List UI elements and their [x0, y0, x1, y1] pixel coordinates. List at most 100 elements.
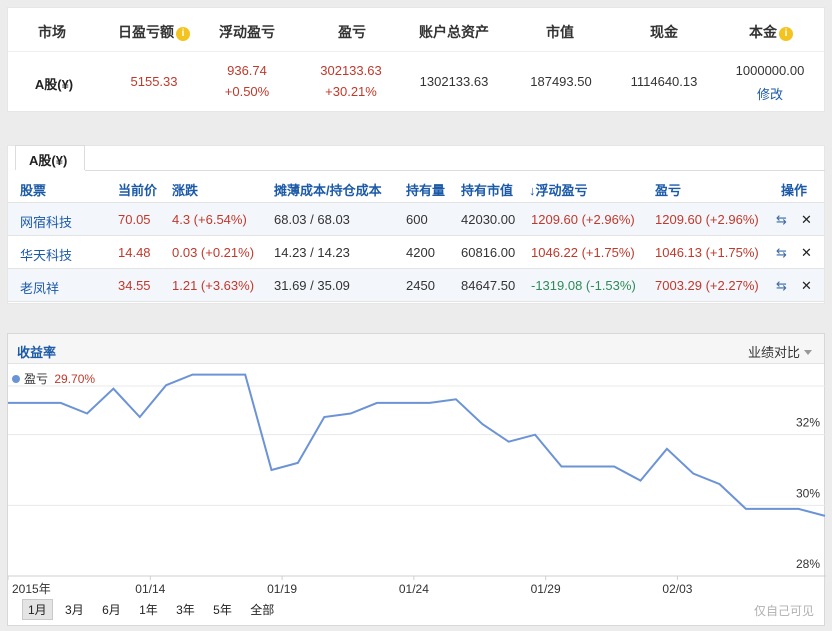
- y-tick-label: 30%: [796, 486, 820, 500]
- col-stock[interactable]: 股票: [20, 180, 46, 199]
- return-rate-panel: 收益率 业绩对比 盈亏 29.70% 32% 30% 28% 2015年 01/14 01…: [7, 333, 826, 626]
- range-1y[interactable]: 1年: [133, 599, 164, 620]
- col-quantity[interactable]: 持有量: [406, 180, 445, 199]
- compare-dropdown[interactable]: 业绩对比: [748, 342, 812, 361]
- data-point[interactable]: [374, 400, 380, 406]
- data-point[interactable]: [743, 506, 749, 512]
- data-point[interactable]: [348, 410, 354, 416]
- pnl-value: 302133.63: [320, 63, 382, 78]
- x-tick-label: 02/03: [662, 582, 692, 596]
- close-icon[interactable]: ✕: [801, 278, 812, 294]
- data-point[interactable]: [822, 513, 826, 519]
- cost-basis: 31.69 / 35.09: [274, 278, 350, 293]
- data-point[interactable]: [58, 400, 64, 406]
- data-point[interactable]: [769, 506, 775, 512]
- info-icon[interactable]: i: [176, 27, 190, 41]
- data-point[interactable]: [532, 432, 538, 438]
- price-change: 4.3 (+6.54%): [172, 212, 247, 227]
- series-line-pnl: [8, 373, 826, 517]
- range-3m[interactable]: 3月: [59, 599, 90, 620]
- data-point[interactable]: [216, 372, 222, 378]
- swap-icon[interactable]: ⇆: [776, 245, 787, 261]
- stock-name-link[interactable]: 网宿科技: [20, 212, 72, 231]
- quantity: 4200: [406, 245, 435, 260]
- col-cost[interactable]: 摊薄成本/持仓成本: [274, 180, 382, 199]
- data-point[interactable]: [690, 471, 696, 477]
- cost-basis: 68.03 / 68.03: [274, 212, 350, 227]
- data-point[interactable]: [558, 463, 564, 469]
- cost-basis: 14.23 / 14.23: [274, 245, 350, 260]
- current-price: 70.05: [118, 212, 151, 227]
- info-icon[interactable]: i: [779, 27, 793, 41]
- x-tick-label: 01/24: [399, 582, 429, 596]
- close-icon[interactable]: ✕: [801, 245, 812, 261]
- range-1m[interactable]: 1月: [22, 599, 53, 620]
- current-price: 14.48: [118, 245, 151, 260]
- data-point[interactable]: [796, 506, 802, 512]
- market-name: A股(¥): [34, 77, 74, 92]
- close-icon[interactable]: ✕: [801, 212, 812, 228]
- data-point[interactable]: [189, 372, 195, 378]
- col-price[interactable]: 当前价: [118, 180, 157, 199]
- header-floating-pnl: 浮动盈亏: [219, 24, 275, 40]
- swap-icon[interactable]: ⇆: [776, 278, 787, 294]
- quantity: 2450: [406, 278, 435, 293]
- col-floating-pnl[interactable]: ↓浮动盈亏: [529, 180, 588, 199]
- daily-pnl-value: 5155.33: [130, 74, 178, 89]
- data-point[interactable]: [163, 382, 169, 388]
- col-change[interactable]: 涨跌: [172, 180, 198, 199]
- data-point[interactable]: [242, 372, 248, 378]
- holding-value: 60816.00: [461, 245, 516, 260]
- header-principal-label: 本金: [749, 24, 777, 40]
- holding-value: 42030.00: [461, 212, 516, 227]
- y-tick-label: 28%: [796, 557, 820, 571]
- price-change: 0.03 (+0.21%): [172, 245, 255, 260]
- header-market: 市场: [38, 24, 66, 40]
- y-tick-label: 32%: [796, 416, 820, 430]
- data-point[interactable]: [717, 481, 723, 487]
- data-point[interactable]: [110, 386, 116, 392]
- data-point[interactable]: [479, 421, 485, 427]
- data-point[interactable]: [506, 439, 512, 445]
- data-point[interactable]: [664, 446, 670, 452]
- edit-principal-link[interactable]: 修改: [728, 84, 812, 103]
- header-cash: 现金: [650, 24, 678, 40]
- data-point[interactable]: [84, 410, 90, 416]
- data-point[interactable]: [8, 400, 11, 406]
- tab-a-shares[interactable]: A股(¥): [15, 145, 85, 170]
- stock-name-link[interactable]: 华天科技: [20, 245, 72, 264]
- stock-name-link[interactable]: 老凤祥: [20, 278, 59, 297]
- x-tick-label: 01/19: [267, 582, 297, 596]
- header-pnl: 盈亏: [338, 24, 366, 40]
- col-actions: 操作: [781, 183, 808, 198]
- table-row: 老凤祥 34.55 1.21 (+3.63%) 31.69 / 35.09 24…: [8, 269, 824, 302]
- data-point[interactable]: [295, 460, 301, 466]
- data-point[interactable]: [585, 463, 591, 469]
- range-6m[interactable]: 6月: [96, 599, 127, 620]
- privacy-note: 仅自己可见: [753, 604, 814, 618]
- data-point[interactable]: [453, 396, 459, 402]
- data-point[interactable]: [31, 400, 37, 406]
- data-point[interactable]: [638, 478, 644, 484]
- market-value-value: 187493.50: [530, 74, 592, 89]
- data-point[interactable]: [611, 463, 617, 469]
- price-change: 1.21 (+3.63%): [172, 278, 255, 293]
- range-5y[interactable]: 5年: [207, 599, 238, 620]
- col-pnl[interactable]: 盈亏: [655, 180, 681, 199]
- total-assets-value: 1302133.63: [419, 74, 489, 89]
- data-point[interactable]: [321, 414, 327, 420]
- range-3y[interactable]: 3年: [170, 599, 201, 620]
- data-point[interactable]: [400, 400, 406, 406]
- pnl-pct: +30.21%: [325, 84, 377, 99]
- data-point[interactable]: [269, 467, 275, 473]
- header-total-assets: 账户总资产: [419, 24, 489, 40]
- floating-pnl-pct: +0.50%: [224, 84, 270, 99]
- pnl: 1046.13 (+1.75%): [655, 245, 759, 260]
- swap-icon[interactable]: ⇆: [776, 212, 787, 228]
- data-point[interactable]: [427, 400, 433, 406]
- floating-pnl-value: 936.74: [227, 63, 267, 78]
- range-all[interactable]: 全部: [244, 599, 280, 620]
- col-holding-value[interactable]: 持有市值: [461, 180, 513, 199]
- floating-pnl: 1046.22 (+1.75%): [531, 245, 635, 260]
- data-point[interactable]: [137, 414, 143, 420]
